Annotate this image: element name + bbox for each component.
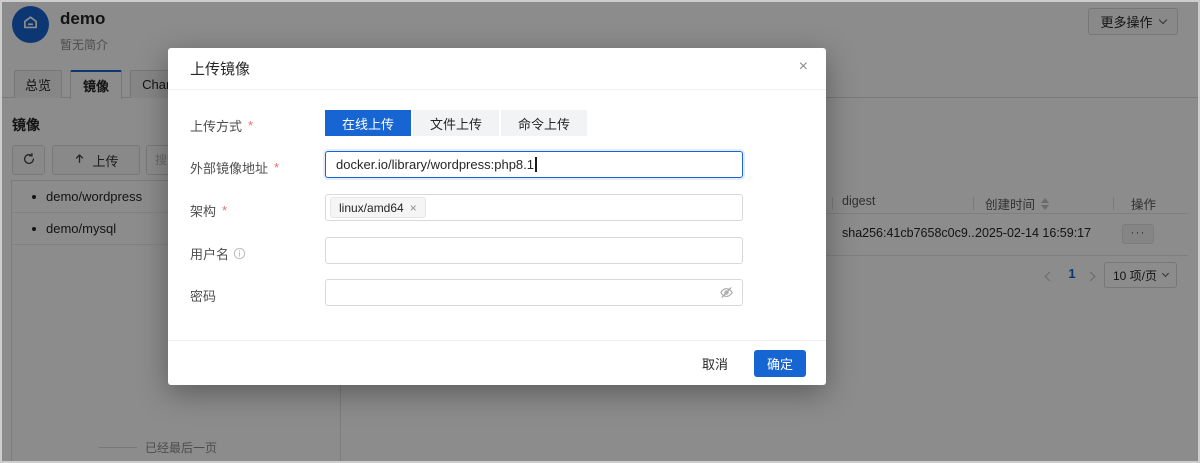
image-address-input[interactable]: docker.io/library/wordpress:php8.1: [325, 151, 743, 178]
arch-tag: linux/amd64 ×: [330, 197, 426, 218]
info-icon: [233, 247, 246, 260]
segment-file-upload[interactable]: 文件上传: [413, 110, 499, 136]
required-marker: *: [248, 118, 253, 133]
required-marker: *: [274, 160, 279, 175]
upload-method-label: 上传方式 *: [190, 116, 253, 135]
close-icon[interactable]: ×: [799, 59, 808, 75]
username-label: 用户名: [190, 244, 246, 263]
password-input[interactable]: [325, 279, 743, 306]
eye-off-icon[interactable]: [719, 285, 734, 305]
arch-select[interactable]: linux/amd64 ×: [325, 194, 743, 221]
segment-online-upload[interactable]: 在线上传: [325, 110, 411, 136]
username-input[interactable]: [325, 237, 743, 264]
app-window: demo 暂无简介 更多操作 总览 镜像 Chart 镜像: [0, 0, 1200, 463]
upload-method-segments: 在线上传 文件上传 命令上传: [325, 110, 587, 136]
arch-label: 架构 *: [190, 201, 227, 220]
password-label: 密码: [190, 286, 216, 305]
dialog-footer: 取消 确定: [168, 340, 826, 385]
tag-remove-icon[interactable]: ×: [410, 202, 417, 214]
dialog-header: 上传镜像 ×: [168, 48, 826, 90]
text-cursor: [535, 157, 537, 172]
cancel-button[interactable]: 取消: [702, 354, 728, 373]
confirm-button[interactable]: 确定: [754, 350, 806, 377]
password-field-wrap: [325, 279, 743, 306]
required-marker: *: [222, 203, 227, 218]
image-address-label: 外部镜像地址 *: [190, 158, 279, 177]
segment-command-upload[interactable]: 命令上传: [501, 110, 587, 136]
upload-image-dialog: 上传镜像 × 上传方式 * 在线上传 文件上传 命令上传 外部镜像地址 * do…: [168, 48, 826, 385]
dialog-title: 上传镜像: [190, 58, 250, 79]
